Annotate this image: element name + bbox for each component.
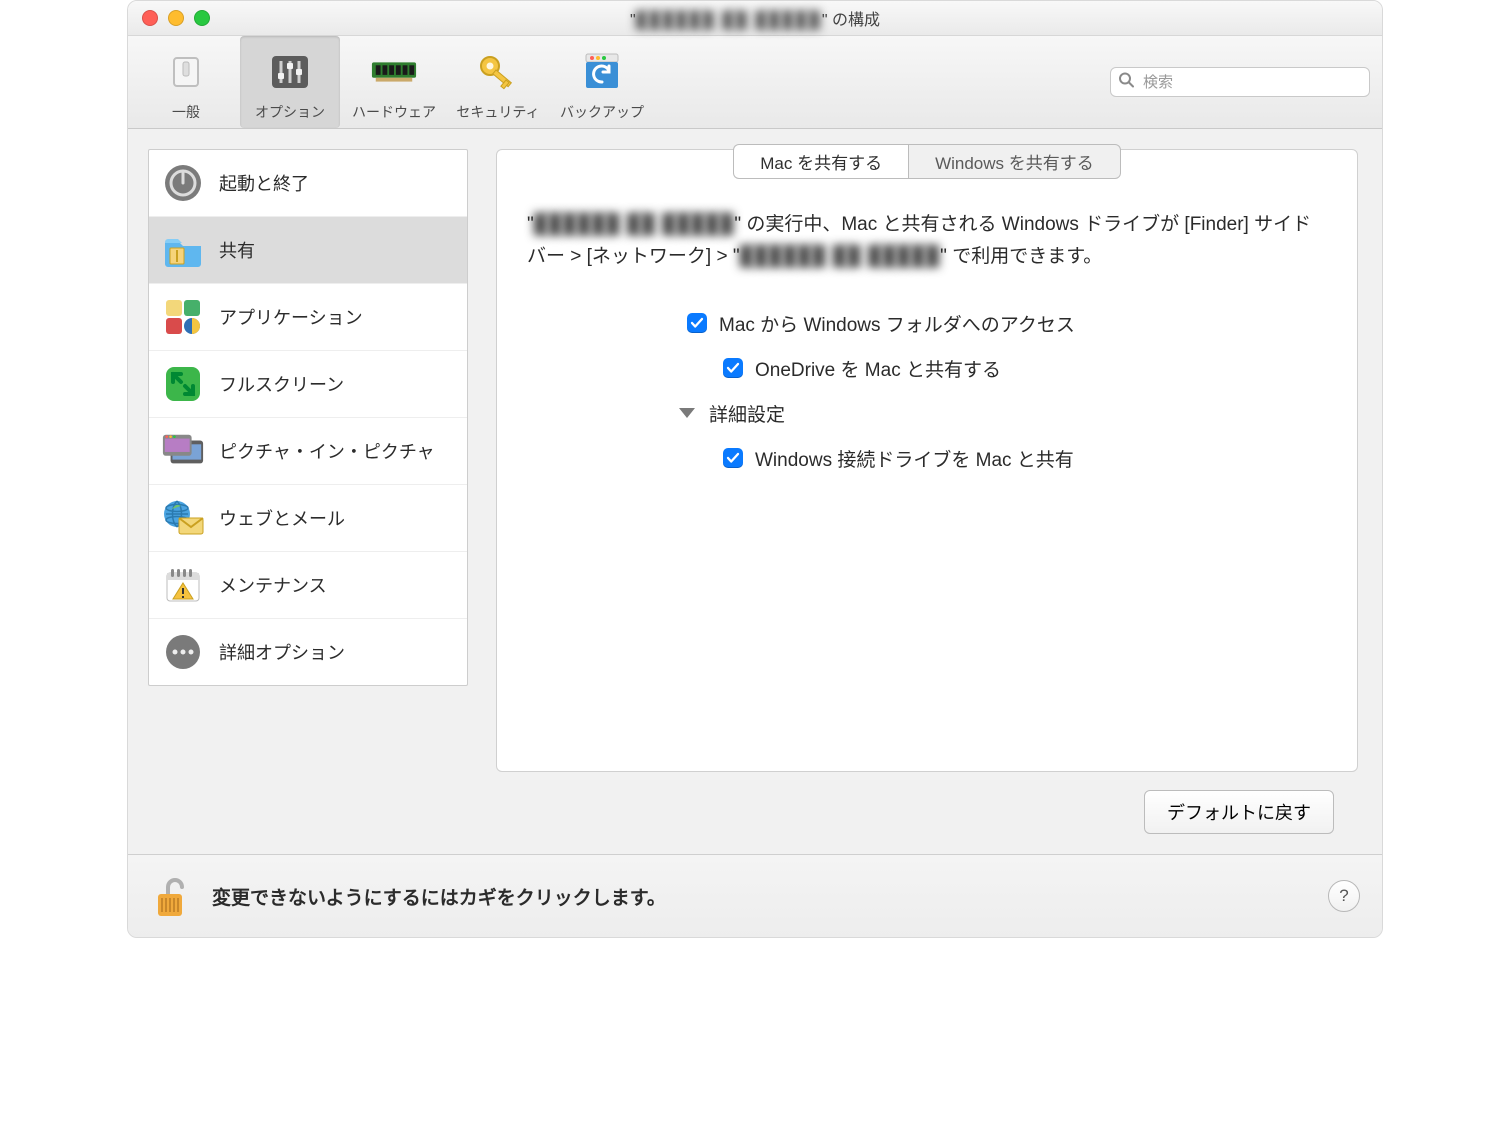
pip-icon [161,429,205,473]
toolbar-general[interactable]: 一般 [136,36,236,128]
toolbar-hardware[interactable]: ハードウェア [344,36,444,128]
sidebar-item-applications[interactable]: アプリケーション [149,284,467,351]
sidebar-item-webmail[interactable]: ウェブとメール [149,485,467,552]
toolbar-general-label: 一般 [172,102,200,122]
hidden-vm-name: ██████ ██ █████ [534,214,735,235]
calendar-warning-icon [161,563,205,607]
defaults-row: デフォルトに戻す [496,772,1358,834]
toolbar-search [1110,67,1370,97]
body: 起動と終了 共有 [128,129,1382,854]
sidebar-item-sharing[interactable]: 共有 [149,217,467,284]
minimize-button[interactable] [168,10,184,26]
share-tabs: Mac を共有する Windows を共有する [733,144,1121,179]
advanced-label: 詳細設定 [709,400,785,427]
sidebar-item-maintenance[interactable]: メンテナンス [149,552,467,619]
restore-defaults-button[interactable]: デフォルトに戻す [1144,790,1334,834]
option-access-windows-from-mac[interactable]: Mac から Windows フォルダへのアクセス [687,310,1317,337]
titlebar: "██████ ██ █████" の構成 [128,1,1382,36]
sliders-icon [266,48,314,96]
checkbox-checked-icon[interactable] [723,358,743,378]
tab-share-windows[interactable]: Windows を共有する [908,144,1121,179]
help-button[interactable]: ? [1328,880,1360,912]
lock-text: 変更できないようにするにはカギをクリックします。 [212,883,666,910]
option-share-network-drives[interactable]: Windows 接続ドライブを Mac と共有 [687,445,1317,472]
tab-label: Mac を共有する [760,154,882,173]
window-title: "██████ ██ █████" の構成 [128,6,1382,30]
sidebar-item-label: フルスクリーン [219,371,344,397]
toolbar-options[interactable]: オプション [240,36,340,128]
search-input[interactable] [1110,67,1370,97]
toolbar: 一般 オプション [128,36,1382,129]
sidebar-item-label: 詳細オプション [219,639,345,665]
tab-share-mac[interactable]: Mac を共有する [733,144,908,179]
close-button[interactable] [142,10,158,26]
sidebar-item-label: ウェブとメール [219,505,345,531]
toolbar-hardware-label: ハードウェア [352,102,436,122]
checkbox-checked-icon[interactable] [723,448,743,468]
chevron-down-icon [679,408,695,418]
key-icon [474,48,522,96]
zoom-button[interactable] [194,10,210,26]
switch-icon [162,48,210,96]
hidden-vm-name-2: ██████ ██ █████ [740,246,941,267]
sidebar-item-label: メンテナンス [219,572,327,598]
toolbar-security-label: セキュリティ [456,102,539,122]
traffic-lights [128,10,210,26]
toolbar-options-label: オプション [255,102,325,122]
power-icon [161,161,205,205]
fullscreen-icon [161,362,205,406]
sidebar-item-label: 起動と終了 [219,170,309,196]
checkbox-checked-icon[interactable] [687,313,707,333]
help-icon: ? [1339,886,1348,906]
preferences-window: "██████ ██ █████" の構成 一般 [127,0,1383,938]
toolbar-backup[interactable]: バックアップ [552,36,652,128]
apps-icon [161,295,205,339]
sidebar-item-label: 共有 [219,237,255,263]
sidebar-item-label: アプリケーション [219,304,363,330]
sidebar-item-startup[interactable]: 起動と終了 [149,150,467,217]
sidebar-item-label: ピクチャ・イン・ピクチャ [219,438,435,464]
sidebar-item-pip[interactable]: ピクチャ・イン・ピクチャ [149,418,467,485]
sidebar-item-fullscreen[interactable]: フルスクリーン [149,351,467,418]
option-share-onedrive[interactable]: OneDrive を Mac と共有する [687,355,1317,382]
window-title-suffix: " の構成 [822,12,880,29]
sidebar: 起動と終了 共有 [148,149,468,686]
sharing-panel: Mac を共有する Windows を共有する "██████ ██ █████… [496,149,1358,772]
window-title-hidden: ██████ ██ █████ [636,12,822,30]
toolbar-security[interactable]: セキュリティ [448,36,548,128]
web-mail-icon [161,496,205,540]
option-label: Mac から Windows フォルダへのアクセス [719,310,1075,337]
backup-icon [578,48,626,96]
more-icon [161,630,205,674]
tab-label: Windows を共有する [935,154,1094,173]
option-label: Windows 接続ドライブを Mac と共有 [755,445,1074,472]
option-label: OneDrive を Mac と共有する [755,355,1001,382]
advanced-disclosure[interactable]: 詳細設定 [679,400,1317,427]
toolbar-backup-label: バックアップ [560,102,644,122]
description-text: "██████ ██ █████" の実行中、Mac と共有される Window… [497,181,1357,284]
footer: 変更できないようにするにはカギをクリックします。 ? [128,854,1382,937]
search-icon [1118,72,1134,93]
ram-icon [370,48,418,96]
unlocked-icon[interactable] [150,874,194,918]
button-label: デフォルトに戻す [1167,803,1311,823]
options-group: Mac から Windows フォルダへのアクセス OneDrive を Mac… [497,284,1357,510]
folder-share-icon [161,228,205,272]
content-area: Mac を共有する Windows を共有する "██████ ██ █████… [468,129,1382,854]
sidebar-item-advanced[interactable]: 詳細オプション [149,619,467,685]
